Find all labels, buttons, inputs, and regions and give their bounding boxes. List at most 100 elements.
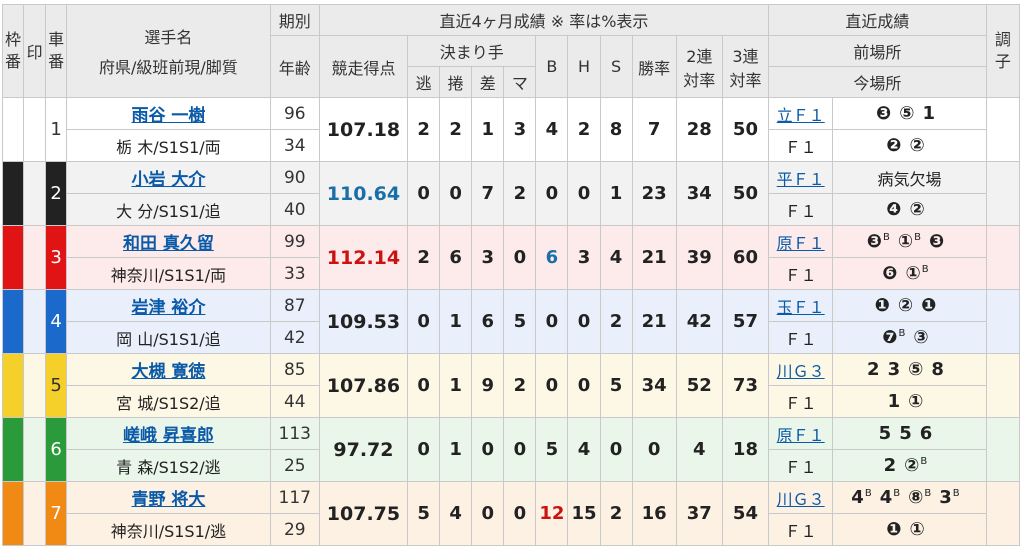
stat-r3: 73 (721, 353, 770, 418)
shirushi-cell[interactable] (23, 481, 47, 546)
prev-venue-link[interactable]: 川Ｇ３ (768, 481, 834, 514)
rider-term: 113 (269, 417, 320, 450)
header-rentai3-top: 3連 (732, 46, 759, 66)
header-prev-venue: 前場所 (768, 35, 987, 67)
prev-venue-link[interactable]: 原Ｆ１ (768, 225, 834, 258)
stat-s: 5 (599, 353, 633, 418)
rider-row-top: 4 岩津 裕介 87 109.53 0 1 6 5 0 0 2 21 42 57 玉Ｆ１ ❶ ② ❶ (1, 289, 1021, 354)
race-score: 109.53 (318, 289, 409, 354)
stat-r2: 34 (675, 161, 723, 226)
stat-r3: 60 (721, 225, 770, 290)
prev-venue-link[interactable]: 原Ｆ１ (768, 417, 834, 450)
stat-b: 0 (535, 289, 569, 354)
stat-s: 4 (599, 225, 633, 290)
rider-name-link[interactable]: 嵯峨 昇喜郎 (66, 417, 271, 450)
header-car: 車番 (45, 4, 68, 98)
stat-makuri: 0 (439, 161, 473, 226)
condition-cell (985, 225, 1021, 290)
cur-venue: Ｆ１ (768, 321, 834, 354)
result-suffix: B (952, 488, 960, 499)
rider-term: 87 (269, 289, 320, 322)
shirushi-cell[interactable] (23, 225, 47, 290)
stat-mark: 0 (503, 481, 537, 546)
stat-b: 12 (535, 481, 569, 546)
waku-cell (1, 289, 25, 354)
race-score: 107.86 (318, 353, 409, 418)
waku-cell (1, 161, 25, 226)
stat-nige: 0 (407, 289, 441, 354)
result-suffix: B (914, 232, 921, 243)
header-recent-results: 直近成績 (768, 4, 987, 36)
result-mark: ❹ (886, 199, 902, 220)
rider-age: 40 (269, 193, 320, 226)
header-term: 期別 (269, 4, 320, 36)
result-mark: ❼B (882, 327, 906, 348)
header-h: H (567, 35, 601, 98)
shirushi-cell[interactable] (23, 289, 47, 354)
car-number: 1 (45, 97, 68, 162)
stat-nige: 2 (407, 97, 441, 162)
stat-b: 0 (535, 353, 569, 418)
result-mark: ❸ (928, 231, 945, 252)
header-rentai2-bottom: 対率 (683, 70, 716, 90)
result-mark: 8 (931, 359, 944, 380)
header-player-sub: 府県/級班前現/脚質 (99, 58, 238, 77)
result-suffix: B (921, 264, 929, 275)
cur-results: 1① (832, 385, 987, 418)
stat-mark: 3 (503, 97, 537, 162)
stat-mark: 5 (503, 289, 537, 354)
rider-age: 25 (269, 449, 320, 482)
rider-term: 85 (269, 353, 320, 386)
rider-name-link[interactable]: 大槻 寛徳 (66, 353, 271, 386)
header-makuri: 捲 (439, 66, 473, 98)
rider-name-link[interactable]: 小岩 大介 (66, 161, 271, 194)
rider-age: 42 (269, 321, 320, 354)
race-score: 112.14 (318, 225, 409, 290)
stat-mark: 2 (503, 353, 537, 418)
prev-venue-link[interactable]: 玉Ｆ１ (768, 289, 834, 322)
stat-nige: 2 (407, 225, 441, 290)
shirushi-cell[interactable] (23, 417, 47, 482)
stat-sashi: 0 (471, 417, 505, 482)
stat-h: 2 (567, 97, 601, 162)
result-mark: 3 (887, 359, 901, 380)
stat-nige: 0 (407, 353, 441, 418)
waku-cell (1, 353, 25, 418)
shirushi-cell[interactable] (23, 161, 47, 226)
waku-cell (1, 481, 25, 546)
stat-nige: 5 (407, 481, 441, 546)
result-mark: 2 (883, 455, 897, 476)
rider-name-link[interactable]: 岩津 裕介 (66, 289, 271, 322)
rider-name-link[interactable]: 和田 真久留 (66, 225, 271, 258)
stat-makuri: 6 (439, 225, 473, 290)
race-score: 107.18 (318, 97, 409, 162)
result-mark: ② (909, 199, 925, 220)
shirushi-cell[interactable] (23, 97, 47, 162)
stat-h: 0 (567, 353, 601, 418)
result-mark: 1 (922, 103, 935, 124)
prev-venue-link[interactable]: 平Ｆ１ (768, 161, 834, 194)
rider-row-top: 1 雨谷 一樹 96 107.18 2 2 1 3 4 2 8 7 28 50 立Ｆ１ ❸ ⑤ 1 (1, 97, 1021, 162)
waku-cell (1, 417, 25, 482)
car-number: 7 (45, 481, 68, 546)
cur-results: ❹② (832, 193, 987, 226)
prev-venue-link[interactable]: 川Ｇ３ (768, 353, 834, 386)
rider-affiliation: 神奈川/S1S1/両 (66, 257, 271, 290)
stat-win: 0 (631, 417, 677, 482)
stat-nige: 0 (407, 417, 441, 482)
stat-sashi: 3 (471, 225, 505, 290)
stat-nige: 0 (407, 161, 441, 226)
rider-age: 44 (269, 385, 320, 418)
stat-h: 0 (567, 289, 601, 354)
rider-age: 33 (269, 257, 320, 290)
rider-name-link[interactable]: 雨谷 一樹 (66, 97, 271, 130)
stat-h: 4 (567, 417, 601, 482)
condition-cell (985, 97, 1021, 162)
prev-venue-link[interactable]: 立Ｆ１ (768, 97, 834, 130)
header-rentai3-bottom: 対率 (729, 70, 762, 90)
shirushi-cell[interactable] (23, 353, 47, 418)
rider-name-link[interactable]: 青野 将大 (66, 481, 271, 514)
header-player: 選手名 府県/級班前現/脚質 (66, 4, 271, 98)
result-mark: ② (897, 295, 914, 316)
prev-results: 4B 4B ⑧B 3B (832, 481, 987, 514)
